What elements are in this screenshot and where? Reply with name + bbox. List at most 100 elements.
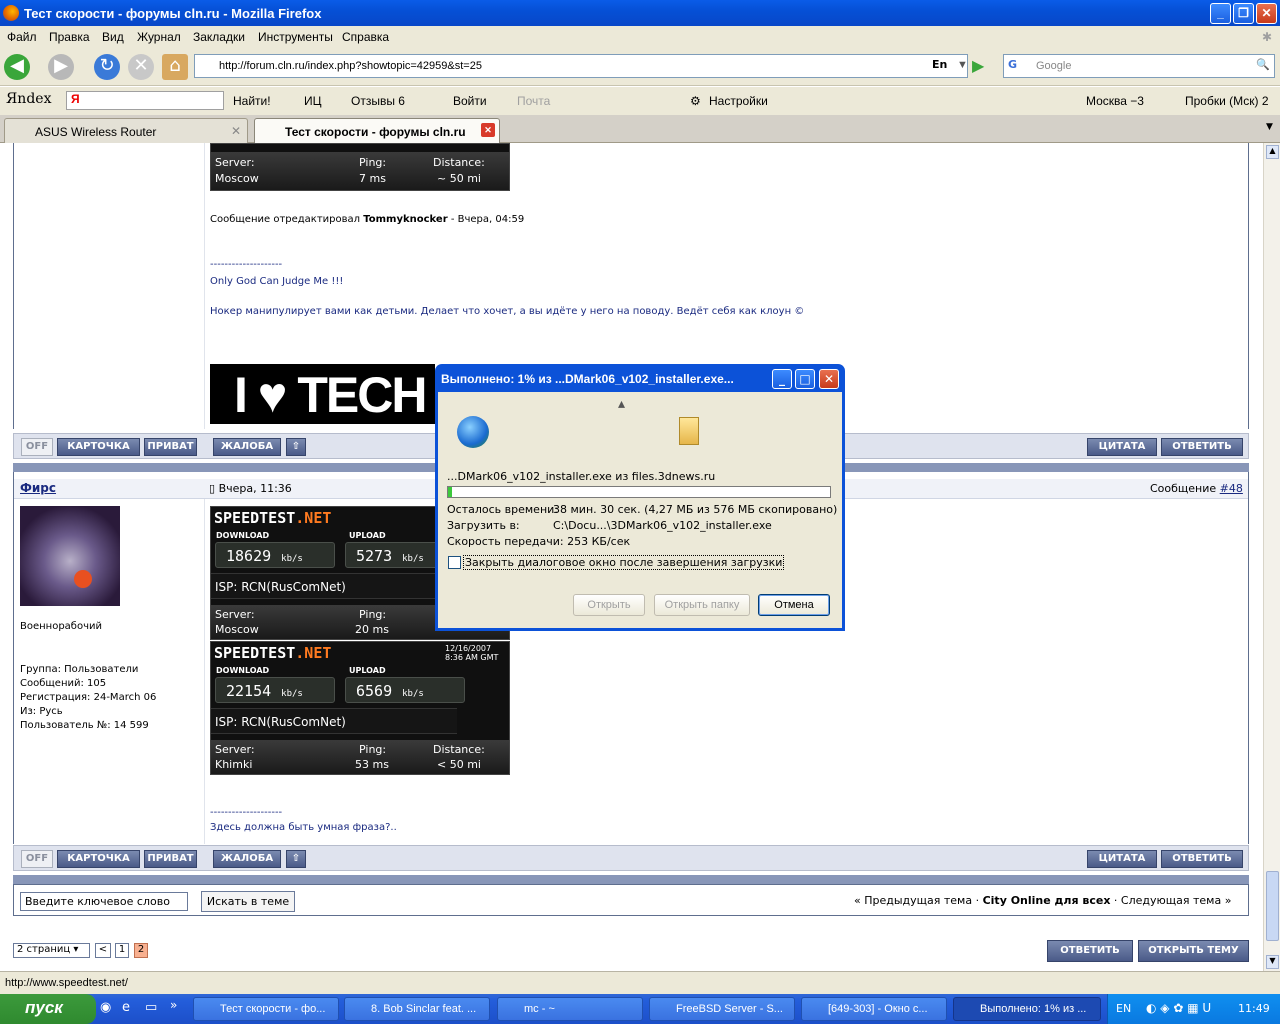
gear-icon[interactable]: ⚙ — [690, 94, 701, 108]
google-icon[interactable]: G — [1008, 58, 1017, 71]
menu-view[interactable]: Вид — [102, 30, 124, 44]
start-button[interactable]: пуск — [0, 994, 96, 1024]
quote-button[interactable]: ЦИТАТА — [1087, 850, 1157, 868]
dialog-minimize-button[interactable]: _ — [772, 369, 792, 389]
url-dropdown-icon[interactable]: ▼ — [957, 59, 968, 71]
close-tab-icon[interactable]: ✕ — [481, 123, 495, 137]
stop-icon[interactable]: ✕ — [128, 54, 154, 80]
yandex-mail[interactable]: Почта — [517, 94, 550, 108]
page-scrollbar[interactable]: ▲ ▼ — [1263, 143, 1280, 971]
close-button[interactable]: ✕ — [1256, 3, 1277, 24]
menu-history[interactable]: Журнал — [137, 30, 181, 44]
open-button[interactable]: Открыть — [573, 594, 645, 616]
yandex-find-button[interactable]: Найти! — [233, 94, 271, 108]
yandex-settings[interactable]: Настройки — [709, 94, 768, 108]
menu-tools[interactable]: Инструменты — [258, 30, 333, 44]
menu-bookmarks[interactable]: Закладки — [193, 30, 245, 44]
download-dialog: Выполнено: 1% из ...DMark06_v102_install… — [435, 364, 845, 631]
yandex-ic[interactable]: ИЦ — [304, 94, 322, 108]
tab-asus-router[interactable]: ASUS Wireless Router ✕ — [4, 118, 248, 143]
quicklaunch-firefox-icon[interactable]: ◉ — [100, 1000, 111, 1015]
post-number-link[interactable]: #48 — [1220, 482, 1243, 495]
prev-page-button[interactable]: < — [95, 943, 111, 958]
url-bar[interactable]: http://forum.cln.ru/index.php?showtopic=… — [194, 54, 968, 78]
go-icon[interactable]: ▶ — [972, 56, 984, 75]
profile-card-button[interactable]: КАРТОЧКА — [57, 850, 140, 868]
new-topic-button[interactable]: ОТКРЫТЬ ТЕМУ — [1138, 940, 1249, 962]
yandex-login[interactable]: Войти — [453, 94, 487, 108]
page-1-link[interactable]: 1 — [115, 943, 129, 958]
menu-edit[interactable]: Правка — [49, 30, 90, 44]
taskbar-item-player[interactable]: 8. Bob Sinclar feat. ... — [344, 997, 490, 1021]
tray-icons[interactable]: ◐ ◈ ✿ ▦ U — [1146, 1001, 1211, 1015]
tab-list-icon[interactable]: ▼ — [1266, 122, 1273, 132]
menu-file[interactable]: Файл — [7, 30, 37, 44]
report-button[interactable]: ЖАЛОБА — [213, 438, 281, 456]
menu-help[interactable]: Справка — [342, 30, 389, 44]
yandex-logo[interactable]: Яndex — [6, 91, 51, 107]
open-folder-button[interactable]: Открыть папку — [654, 594, 750, 616]
topic-reply-button[interactable]: ОТВЕТИТЬ — [1047, 940, 1133, 962]
ping-label: Ping: — [359, 608, 387, 621]
edited-by[interactable]: Tommyknocker — [363, 214, 447, 225]
dialog-title: Выполнено: 1% из ...DMark06_v102_install… — [441, 372, 734, 386]
dialog-close-button[interactable]: ✕ — [819, 369, 839, 389]
maximize-button[interactable]: ❐ — [1233, 3, 1254, 24]
tab-speedtest-forum[interactable]: Тест скорости - форумы cln.ru ✕ — [254, 118, 500, 143]
private-message-button[interactable]: ПРИВАТ — [144, 438, 197, 456]
speedtest-image-1: Server: Moscow Ping: 7 ms Distance: ~ 50… — [210, 143, 510, 191]
speedtest-logo: SPEEDTEST — [214, 644, 296, 662]
scroll-top-icon[interactable]: ⇧ — [286, 438, 306, 456]
close-on-complete-checkbox[interactable] — [448, 556, 461, 569]
scroll-thumb[interactable] — [1266, 871, 1279, 941]
taskbar-item-chat[interactable]: [649-303] - Окно с... — [801, 997, 947, 1021]
search-icon[interactable]: 🔍 — [1256, 58, 1270, 71]
taskbar-item-firefox[interactable]: Тест скорости - фо... — [193, 997, 339, 1021]
taskbar-item-mc[interactable]: mc - ~ — [497, 997, 643, 1021]
close-on-complete-label[interactable]: Закрыть диалоговое окно после завершения… — [463, 555, 785, 570]
minimize-button[interactable]: _ — [1210, 3, 1231, 24]
language-indicator[interactable]: EN — [1116, 1002, 1131, 1015]
close-tab-icon[interactable]: ✕ — [231, 124, 241, 138]
lang-indicator: En — [932, 58, 948, 71]
dialog-maximize-button[interactable]: □ — [795, 369, 815, 389]
yandex-weather[interactable]: Москва −3 — [1086, 94, 1144, 108]
reload-icon[interactable]: ↻ — [94, 54, 120, 80]
reply-button[interactable]: ОТВЕТИТЬ — [1161, 850, 1243, 868]
scroll-up-icon[interactable]: ▲ — [1266, 145, 1279, 159]
scroll-top-icon[interactable]: ⇧ — [286, 850, 306, 868]
quicklaunch-desktop-icon[interactable]: ▭ — [145, 1000, 157, 1015]
column-divider — [204, 143, 205, 429]
scroll-down-icon[interactable]: ▼ — [1266, 955, 1279, 969]
profile-card-button[interactable]: КАРТОЧКА — [57, 438, 140, 456]
online-status-badge: OFF — [21, 438, 53, 456]
reply-button[interactable]: ОТВЕТИТЬ — [1161, 438, 1243, 456]
post-author[interactable]: Фирс — [20, 481, 56, 495]
next-topic-link[interactable]: Следующая тема » — [1121, 894, 1232, 907]
quicklaunch-ie-icon[interactable]: e — [122, 1000, 130, 1015]
private-message-button[interactable]: ПРИВАТ — [144, 850, 197, 868]
report-button[interactable]: ЖАЛОБА — [213, 850, 281, 868]
prev-topic-link[interactable]: « Предыдущая тема — [854, 894, 972, 907]
home-icon[interactable]: ⌂ — [162, 54, 188, 80]
search-topic-button[interactable]: Искать в теме — [201, 891, 295, 912]
yandex-traffic[interactable]: Пробки (Мск) 2 — [1185, 94, 1269, 108]
pages-dropdown[interactable]: 2 страниц ▾ — [13, 943, 90, 958]
quicklaunch-more-icon[interactable]: » — [170, 998, 177, 1012]
yandex-search-input[interactable]: Я — [66, 91, 224, 110]
quote-button[interactable]: ЦИТАТА — [1087, 438, 1157, 456]
clock: 11:49 — [1238, 1002, 1270, 1015]
post-date: ▯ Вчера, 11:36 — [209, 482, 292, 495]
edited-prefix: Сообщение отредактировал — [210, 214, 361, 225]
cancel-button[interactable]: Отмена — [758, 594, 830, 616]
search-box[interactable]: Google G 🔍 — [1003, 54, 1275, 78]
taskbar-item-freebsd[interactable]: FreeBSD Server - S... — [649, 997, 795, 1021]
forward-icon[interactable]: ▶ — [48, 54, 74, 80]
taskbar-item-download[interactable]: Выполнено: 1% из ... — [953, 997, 1101, 1021]
yandex-reviews[interactable]: Отзывы 6 — [351, 94, 405, 108]
back-icon[interactable]: ◀ — [4, 54, 30, 80]
speedtest-image-3[interactable]: SPEEDTEST.NET 12/16/2007 8:36 AM GMT DOW… — [210, 641, 510, 775]
topic-search-input[interactable]: Введите ключевое слово — [20, 892, 188, 911]
search-input[interactable]: Google — [1036, 60, 1071, 72]
forum-link[interactable]: City Online для всех — [983, 894, 1111, 907]
